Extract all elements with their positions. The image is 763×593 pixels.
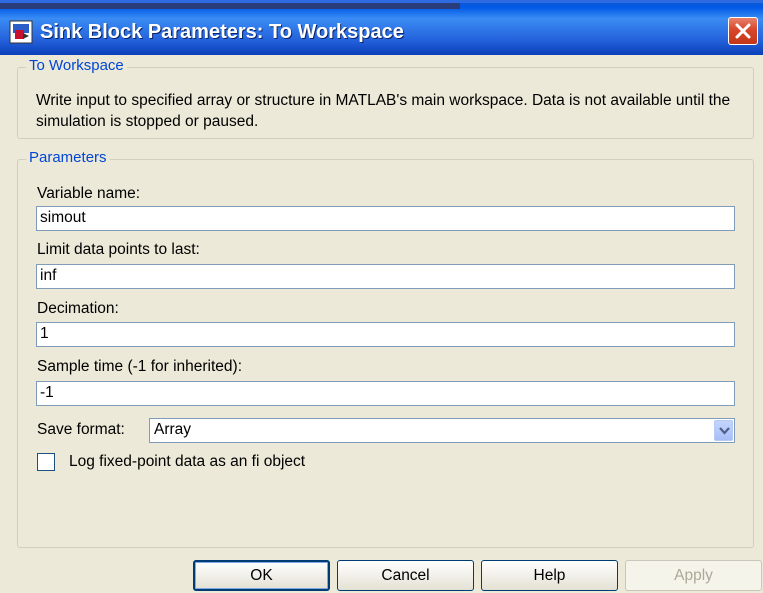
title-bar[interactable]: Sink Block Parameters: To Workspace <box>0 0 763 55</box>
window-title: Sink Block Parameters: To Workspace <box>40 21 404 43</box>
limit-points-input[interactable]: inf <box>36 264 735 289</box>
cancel-button[interactable]: Cancel <box>337 560 474 591</box>
chevron-down-icon <box>719 427 730 435</box>
help-button[interactable]: Help <box>481 560 618 591</box>
block-description: Write input to specified array or struct… <box>36 92 731 130</box>
limit-points-label: Limit data points to last: <box>37 241 200 258</box>
close-button[interactable] <box>728 17 758 45</box>
description-group-legend: To Workspace <box>26 57 127 74</box>
variable-name-label: Variable name: <box>37 185 141 202</box>
log-fixed-point-label[interactable]: Log fixed-point data as an fi object <box>69 453 305 471</box>
sample-time-input[interactable]: -1 <box>36 381 735 406</box>
title-bar-edge <box>0 3 460 9</box>
simulink-block-icon <box>9 20 33 44</box>
save-format-label: Save format: <box>37 421 125 438</box>
close-icon <box>735 23 751 39</box>
dropdown-button[interactable] <box>714 420 733 441</box>
save-format-value: Array <box>154 421 192 438</box>
parameters-group-legend: Parameters <box>26 149 110 166</box>
log-fixed-point-checkbox[interactable] <box>37 453 55 471</box>
dialog-window: Sink Block Parameters: To Workspace To W… <box>0 0 763 593</box>
save-format-select[interactable]: Array <box>149 418 735 443</box>
decimation-input[interactable]: 1 <box>36 322 735 347</box>
decimation-label: Decimation: <box>37 300 119 317</box>
variable-name-input[interactable]: simout <box>36 206 735 231</box>
sample-time-label: Sample time (-1 for inherited): <box>37 358 243 375</box>
ok-button[interactable]: OK <box>193 560 330 591</box>
apply-button[interactable]: Apply <box>625 560 762 591</box>
